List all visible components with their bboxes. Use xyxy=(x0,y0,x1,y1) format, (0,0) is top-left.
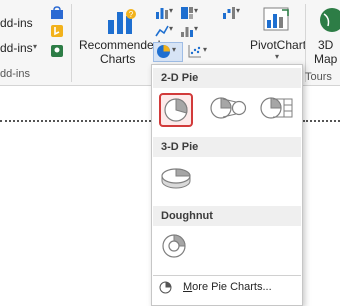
bar-of-pie-icon xyxy=(260,97,293,119)
section-header-2d-pie: 2-D Pie xyxy=(153,68,301,88)
scatter-chart-icon[interactable] xyxy=(188,44,202,58)
chevron-down-icon[interactable]: ▾ xyxy=(33,42,37,51)
recommended-charts-label2[interactable]: Charts xyxy=(100,52,135,66)
3d-map-label1[interactable]: 3D xyxy=(318,38,333,52)
my-add-ins-button[interactable]: dd-ins xyxy=(0,41,33,55)
chevron-down-icon[interactable]: ▾ xyxy=(172,45,176,54)
line-chart-icon[interactable] xyxy=(155,24,169,38)
bing-icon[interactable] xyxy=(50,24,64,38)
3d-pie-option[interactable] xyxy=(159,163,193,197)
chevron-down-icon[interactable]: ▾ xyxy=(236,6,240,15)
add-ins-group-label: dd-ins xyxy=(0,68,30,80)
group-separator xyxy=(71,4,72,82)
3d-map-label2[interactable]: Map xyxy=(314,52,337,66)
svg-text:?: ? xyxy=(129,10,134,19)
section-header-3d-pie: 3-D Pie xyxy=(153,137,301,157)
bar-of-pie-option[interactable] xyxy=(259,93,297,127)
recommended-charts-icon[interactable]: ? xyxy=(105,6,139,36)
pie-small-icon xyxy=(159,281,172,294)
chevron-down-icon[interactable]: ▾ xyxy=(203,45,207,54)
chevron-down-icon[interactable]: ▾ xyxy=(194,24,198,33)
more-pie-charts-item[interactable]: More Pie Charts... xyxy=(153,275,301,299)
pie-of-pie-option[interactable] xyxy=(209,93,247,127)
pie-chart-option[interactable] xyxy=(159,93,193,127)
pie-of-pie-icon xyxy=(210,97,247,119)
chevron-down-icon[interactable]: ▾ xyxy=(169,24,173,33)
waterfall-chart-icon[interactable] xyxy=(222,6,236,20)
hierarchy-chart-icon[interactable] xyxy=(180,6,194,20)
pie-icon xyxy=(164,98,188,122)
pivotchart-icon[interactable] xyxy=(263,6,291,34)
chevron-down-icon[interactable]: ▾ xyxy=(194,6,198,15)
statistic-chart-icon[interactable] xyxy=(180,24,194,38)
pie-chart-dropdown: 2-D Pie 3-D Pie Doughnut More Pie Charts… xyxy=(151,64,303,306)
pivotchart-label[interactable]: PivotChart xyxy=(250,38,306,52)
doughnut-icon xyxy=(162,234,186,258)
people-graph-icon[interactable] xyxy=(50,44,64,58)
tours-group-label: Tours xyxy=(305,71,332,83)
chevron-down-icon[interactable]: ▾ xyxy=(275,52,279,61)
column-chart-icon[interactable] xyxy=(155,6,169,20)
more-pie-charts-label[interactable]: More Pie Charts... xyxy=(183,281,272,293)
recommended-charts-label1[interactable]: Recommended xyxy=(79,38,160,52)
section-header-doughnut: Doughnut xyxy=(153,206,301,226)
add-ins-button-top[interactable]: dd-ins xyxy=(0,16,33,30)
chevron-down-icon[interactable]: ▾ xyxy=(169,6,173,15)
store-icon[interactable] xyxy=(50,6,64,20)
page-break-line xyxy=(0,120,155,122)
more-pie-charts-accelerator: M xyxy=(183,281,193,293)
more-pie-charts-text: ore Pie Charts... xyxy=(192,281,272,293)
3d-map-icon[interactable] xyxy=(318,6,340,34)
doughnut-option[interactable] xyxy=(159,231,193,265)
page-break-line xyxy=(303,120,340,122)
3d-pie-icon xyxy=(161,168,191,189)
pie-chart-icon[interactable] xyxy=(156,44,171,59)
